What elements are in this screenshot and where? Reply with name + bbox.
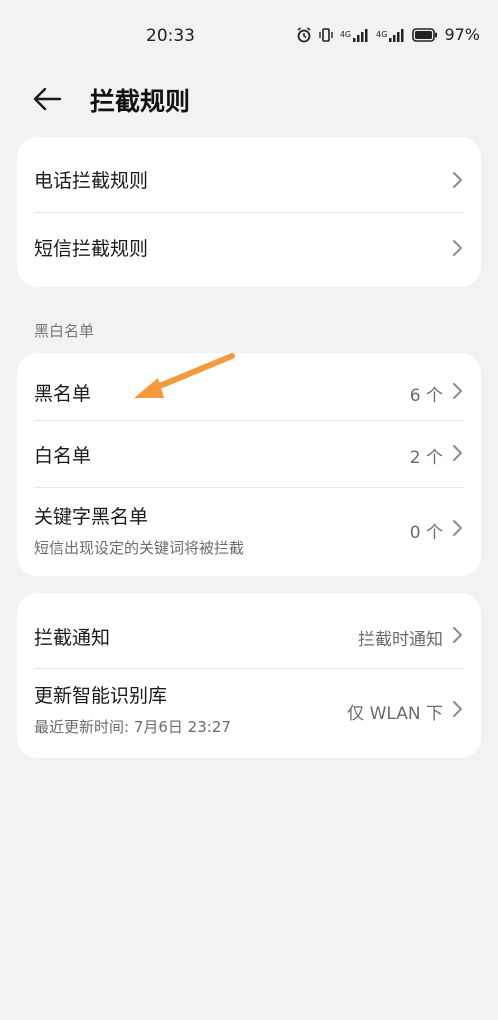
back-button[interactable] — [30, 84, 66, 114]
battery-percent: 97% — [444, 25, 480, 44]
status-icons: 4G 4G 97% — [296, 25, 480, 44]
status-time: 20:33 — [146, 26, 195, 46]
intercept-notification-value: 拦截时通知 — [358, 630, 443, 650]
page-title: 拦截规则 — [90, 87, 191, 116]
back-arrow-icon — [33, 87, 62, 111]
whitelist-item[interactable]: 白名单 2 个 — [17, 421, 481, 487]
chevron-right-icon — [453, 240, 462, 256]
blacklist-count: 6 个 — [409, 386, 443, 406]
update-library-timestamp: 最近更新时间: 7月6日 23:27 — [34, 718, 231, 736]
intercept-notification-label: 拦截通知 — [34, 627, 111, 649]
chevron-right-icon — [453, 520, 462, 536]
update-library-value: 仅 WLAN 下 — [347, 704, 443, 724]
update-library-label: 更新智能识别库 — [34, 685, 168, 707]
chevron-right-icon — [453, 172, 462, 188]
signal-icon-1: 4G — [340, 28, 370, 42]
call-rules-item[interactable]: 电话拦截规则 — [17, 137, 481, 212]
blacklist-label: 黑名单 — [34, 383, 92, 405]
annotation-arrow-icon — [134, 353, 235, 398]
keyword-blacklist-count: 0 个 — [409, 523, 443, 543]
settings-card: 拦截通知 拦截时通知 更新智能识别库 最近更新时间: 7月6日 23:27 仅 … — [17, 593, 481, 758]
sms-rules-label: 短信拦截规则 — [34, 238, 149, 260]
battery-icon — [412, 27, 438, 42]
update-library-item[interactable]: 更新智能识别库 最近更新时间: 7月6日 23:27 仅 WLAN 下 — [17, 669, 481, 758]
chevron-right-icon — [453, 445, 462, 461]
section-label-lists: 黑白名单 — [34, 322, 95, 340]
status-bar: 20:33 4G 4G 97% — [0, 0, 498, 72]
chevron-right-icon — [453, 701, 462, 717]
keyword-blacklist-description: 短信出现设定的关键词将被拦截 — [34, 539, 245, 557]
blacklist-item[interactable]: 黑名单 6 个 — [17, 353, 481, 420]
chevron-right-icon — [453, 383, 462, 399]
network-type-label-1: 4G — [339, 29, 352, 39]
whitelist-label: 白名单 — [34, 445, 92, 467]
intercept-notification-item[interactable]: 拦截通知 拦截时通知 — [17, 593, 481, 668]
header: 拦截规则 — [0, 72, 498, 128]
network-type-label-2: 4G — [376, 29, 388, 39]
whitelist-count: 2 个 — [409, 448, 443, 468]
rules-card: 电话拦截规则 短信拦截规则 — [17, 137, 481, 287]
keyword-blacklist-label: 关键字黑名单 — [34, 506, 149, 528]
call-rules-label: 电话拦截规则 — [34, 170, 149, 192]
lists-card: 黑名单 6 个 白名单 2 个 关键字黑名单 短信出现设定的关键词将被拦截 0 … — [17, 353, 481, 576]
chevron-right-icon — [453, 627, 462, 643]
sms-rules-item[interactable]: 短信拦截规则 — [17, 213, 481, 287]
vibrate-icon — [318, 27, 334, 43]
keyword-blacklist-item[interactable]: 关键字黑名单 短信出现设定的关键词将被拦截 0 个 — [17, 488, 481, 576]
alarm-icon — [296, 26, 312, 43]
signal-icon-2: 4G — [376, 28, 406, 42]
